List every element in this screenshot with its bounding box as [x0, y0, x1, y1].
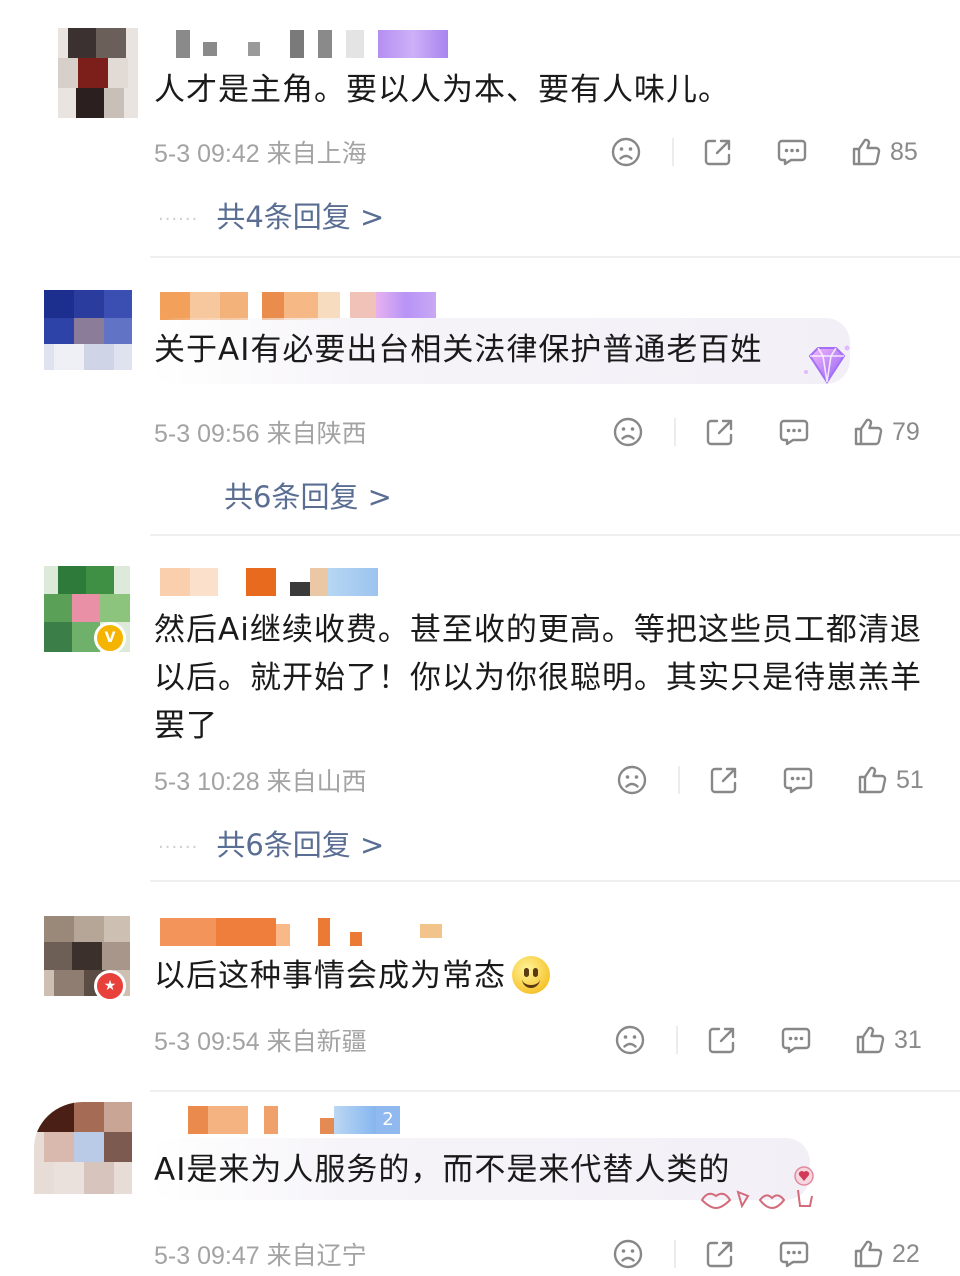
comment-text-body: 以后这种事情会成为常态 [154, 958, 506, 994]
smile-emoji-icon [512, 956, 550, 994]
comment-button[interactable] [780, 1018, 812, 1062]
thumbs-up-icon [854, 1240, 883, 1268]
share-icon [706, 419, 733, 446]
verified-badge: V [94, 622, 126, 654]
thumbs-up-icon [854, 418, 883, 446]
comment-icon [779, 1241, 809, 1268]
comment-button[interactable] [778, 410, 810, 454]
divider [678, 766, 680, 794]
comment-meta: 5-3 09:54 来自新疆 [154, 1028, 367, 1056]
comment-item: 人才是主角。要以人为本、要有人味儿。 5-3 09:42 来自上海 85 ···… [0, 0, 960, 260]
reply-dots: ······ [158, 208, 199, 230]
thumbs-up-icon [856, 1026, 885, 1054]
thumbs-up-icon [852, 138, 881, 166]
comment-text: 人才是主角。要以人为本、要有人味儿。 [154, 72, 730, 108]
comment-item: 2 AI是来为人服务的，而不是来代替人类的 5-3 09:47 来自辽宁 22 [0, 1092, 960, 1276]
divider [674, 418, 676, 446]
view-replies-link[interactable]: ······ 共4条回复 > [158, 194, 384, 236]
comment-icon [781, 1027, 811, 1054]
comment-button[interactable] [778, 1232, 810, 1276]
avatar[interactable] [58, 28, 138, 118]
fan-badge: 2 [376, 1106, 400, 1134]
share-button[interactable] [704, 1232, 736, 1276]
comment-item: ★ 以后这种事情会成为常态 5-3 09:54 来自新疆 31 [0, 882, 960, 1092]
like-button[interactable]: 51 [856, 758, 924, 802]
reply-count-label: 共6条回复 > [224, 480, 392, 514]
divider [150, 256, 960, 258]
comment-button[interactable] [782, 758, 814, 802]
sad-face-icon [613, 417, 643, 447]
view-replies-link[interactable]: 共6条回复 > [158, 474, 392, 516]
comment-meta: 5-3 09:47 来自辽宁 [154, 1242, 367, 1270]
gem-decoration-icon [804, 345, 850, 384]
share-button[interactable] [706, 1018, 738, 1062]
view-replies-link[interactable]: ······ 共6条回复 > [158, 822, 384, 864]
comment-item: 关于AI有必要出台相关法律保护普通老百姓 5-3 09:56 来自陕西 79 共… [0, 260, 960, 536]
like-count: 51 [896, 765, 924, 794]
share-button[interactable] [704, 410, 736, 454]
share-icon [706, 1241, 733, 1268]
like-count: 85 [890, 137, 918, 166]
share-icon [708, 1027, 735, 1054]
honor-badge: ★ [94, 970, 126, 1002]
sad-face-icon [613, 1239, 643, 1269]
share-button[interactable] [702, 130, 734, 174]
comment-icon [783, 767, 813, 794]
like-button[interactable]: 22 [852, 1232, 920, 1276]
share-icon [704, 139, 731, 166]
divider [676, 1026, 678, 1054]
username-redacted[interactable] [158, 292, 458, 320]
comment-meta: 5-3 10:28 来自山西 [154, 768, 367, 796]
comment-actions: 31 [600, 1018, 940, 1062]
share-icon [710, 767, 737, 794]
reply-count-label: 共6条回复 > [216, 828, 385, 862]
comment-text: 然后Ai继续收费。甚至收的更高。等把这些员工都清退以后。就开始了！你以为你很聪明… [154, 612, 922, 744]
comment-actions: 22 [600, 1232, 940, 1276]
sad-face-icon [617, 765, 647, 795]
dislike-button[interactable] [616, 758, 648, 802]
comment-actions: 79 [600, 410, 940, 454]
thumbs-up-icon [858, 766, 887, 794]
comment-actions: 85 [600, 130, 940, 174]
username-redacted[interactable] [158, 568, 458, 596]
like-button[interactable]: 79 [852, 410, 920, 454]
comment-text: 以后这种事情会成为常态 [154, 952, 924, 1000]
like-button[interactable]: 85 [850, 130, 918, 174]
like-button[interactable]: 31 [854, 1018, 922, 1062]
divider [674, 1240, 676, 1268]
like-count: 31 [894, 1025, 922, 1054]
dislike-button[interactable] [612, 410, 644, 454]
dislike-button[interactable] [612, 1232, 644, 1276]
share-button[interactable] [708, 758, 740, 802]
avatar[interactable] [44, 290, 132, 370]
username-redacted[interactable] [158, 918, 458, 946]
reply-dots: ······ [158, 836, 199, 858]
dislike-button[interactable] [610, 130, 642, 174]
sad-face-icon [611, 137, 641, 167]
comment-meta: 5-3 09:56 来自陕西 [154, 420, 367, 448]
comment-item: V 然后Ai继续收费。甚至收的更高。等把这些员工都清退以后。就开始了！你以为你很… [0, 536, 960, 882]
sad-face-icon [615, 1025, 645, 1055]
like-count: 79 [892, 417, 920, 446]
comment-button[interactable] [776, 130, 808, 174]
comment-icon [779, 419, 809, 446]
username-redacted[interactable] [158, 30, 458, 58]
comment-meta: 5-3 09:42 来自上海 [154, 140, 367, 168]
reply-count-label: 共4条回复 > [216, 200, 385, 234]
hearts-decoration-icon [700, 1166, 814, 1210]
comment-actions: 51 [600, 758, 940, 802]
dislike-button[interactable] [614, 1018, 646, 1062]
username-redacted[interactable]: 2 [158, 1106, 458, 1134]
comment-icon [777, 139, 807, 166]
avatar[interactable] [34, 1102, 132, 1194]
like-count: 22 [892, 1239, 920, 1268]
divider [672, 138, 674, 166]
